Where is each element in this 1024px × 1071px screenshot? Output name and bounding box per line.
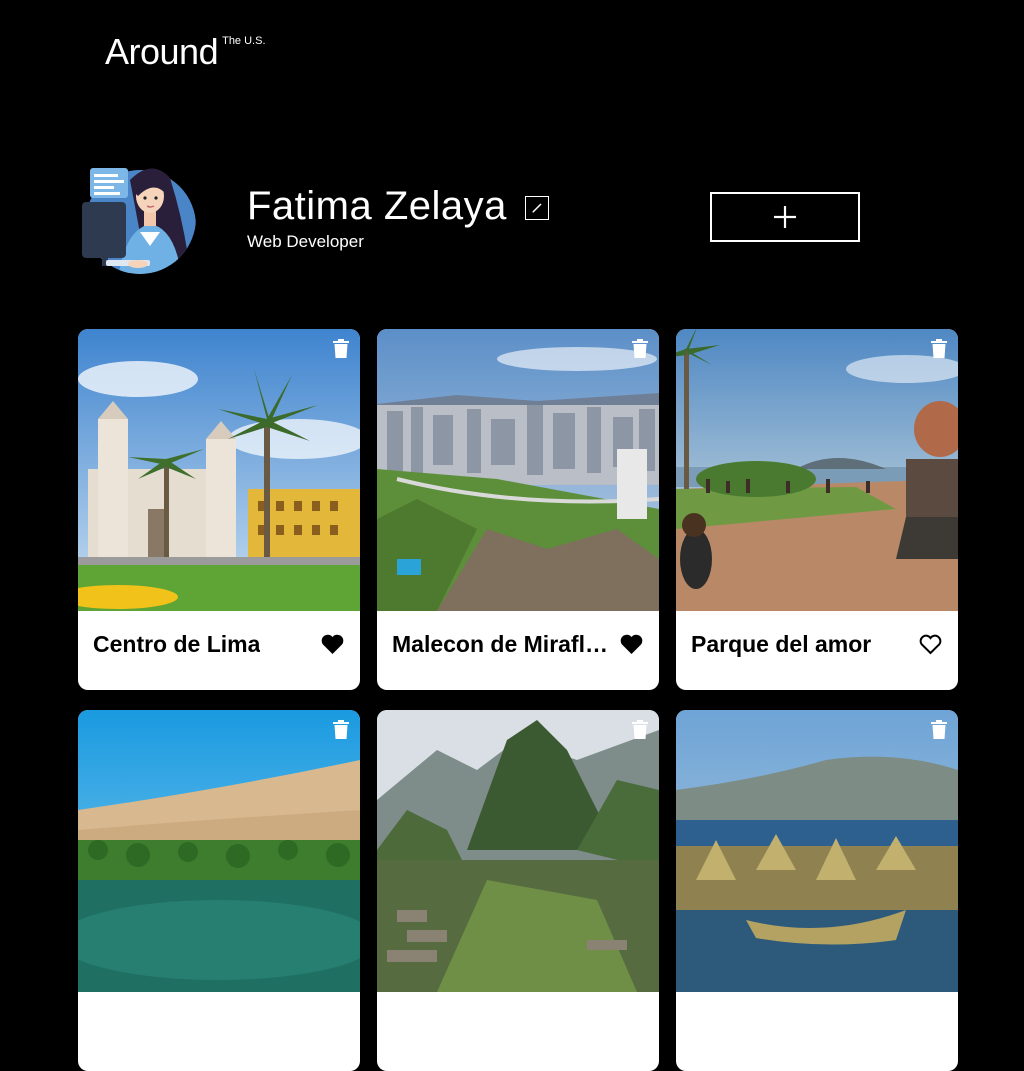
card-title: Parque del amor bbox=[691, 631, 872, 657]
card-image[interactable] bbox=[377, 710, 659, 992]
heart-filled-icon[interactable] bbox=[620, 634, 643, 655]
trash-icon[interactable] bbox=[631, 720, 649, 739]
logo-superscript: The U.S. bbox=[222, 35, 266, 47]
place-card: Centro de Lima bbox=[78, 329, 360, 690]
card-image[interactable] bbox=[676, 329, 958, 611]
place-card bbox=[377, 710, 659, 1071]
card-title: Malecon de Miraflores bbox=[392, 631, 620, 657]
profile-name: Fatima Zelaya bbox=[247, 184, 507, 228]
pencil-icon bbox=[532, 203, 542, 213]
place-card bbox=[78, 710, 360, 1071]
profile-job: Web Developer bbox=[247, 232, 364, 251]
cards-grid: Centro de Lima Malecon de Miraflores Par… bbox=[78, 329, 958, 1071]
heart-filled-icon[interactable] bbox=[321, 634, 344, 655]
place-card: Malecon de Miraflores bbox=[377, 329, 659, 690]
card-title: Centro de Lima bbox=[93, 631, 261, 657]
card-footer: Malecon de Miraflores bbox=[377, 611, 659, 690]
plus-icon bbox=[774, 206, 796, 228]
trash-icon[interactable] bbox=[332, 339, 350, 358]
heart-outline-icon[interactable] bbox=[919, 634, 942, 655]
edit-profile-button[interactable] bbox=[524, 196, 549, 220]
profile-section: Fatima Zelaya Web Developer bbox=[78, 156, 878, 280]
trash-icon[interactable] bbox=[332, 720, 350, 739]
card-footer: Centro de Lima bbox=[78, 611, 360, 690]
add-place-button[interactable] bbox=[710, 192, 860, 242]
card-image[interactable] bbox=[377, 329, 659, 611]
card-image[interactable] bbox=[78, 329, 360, 611]
profile-name-row: Fatima Zelaya bbox=[247, 186, 549, 226]
trash-icon[interactable] bbox=[930, 339, 948, 358]
card-footer: Parque del amor bbox=[676, 611, 958, 690]
place-card bbox=[676, 710, 958, 1071]
avatar bbox=[78, 156, 202, 280]
trash-icon[interactable] bbox=[930, 720, 948, 739]
trash-icon[interactable] bbox=[631, 339, 649, 358]
profile-info: Fatima Zelaya Web Developer bbox=[247, 186, 549, 252]
card-image[interactable] bbox=[78, 710, 360, 992]
place-card: Parque del amor bbox=[676, 329, 958, 690]
site-header: Around The U.S. bbox=[105, 34, 266, 70]
card-image[interactable] bbox=[676, 710, 958, 992]
logo: Around bbox=[105, 31, 219, 72]
